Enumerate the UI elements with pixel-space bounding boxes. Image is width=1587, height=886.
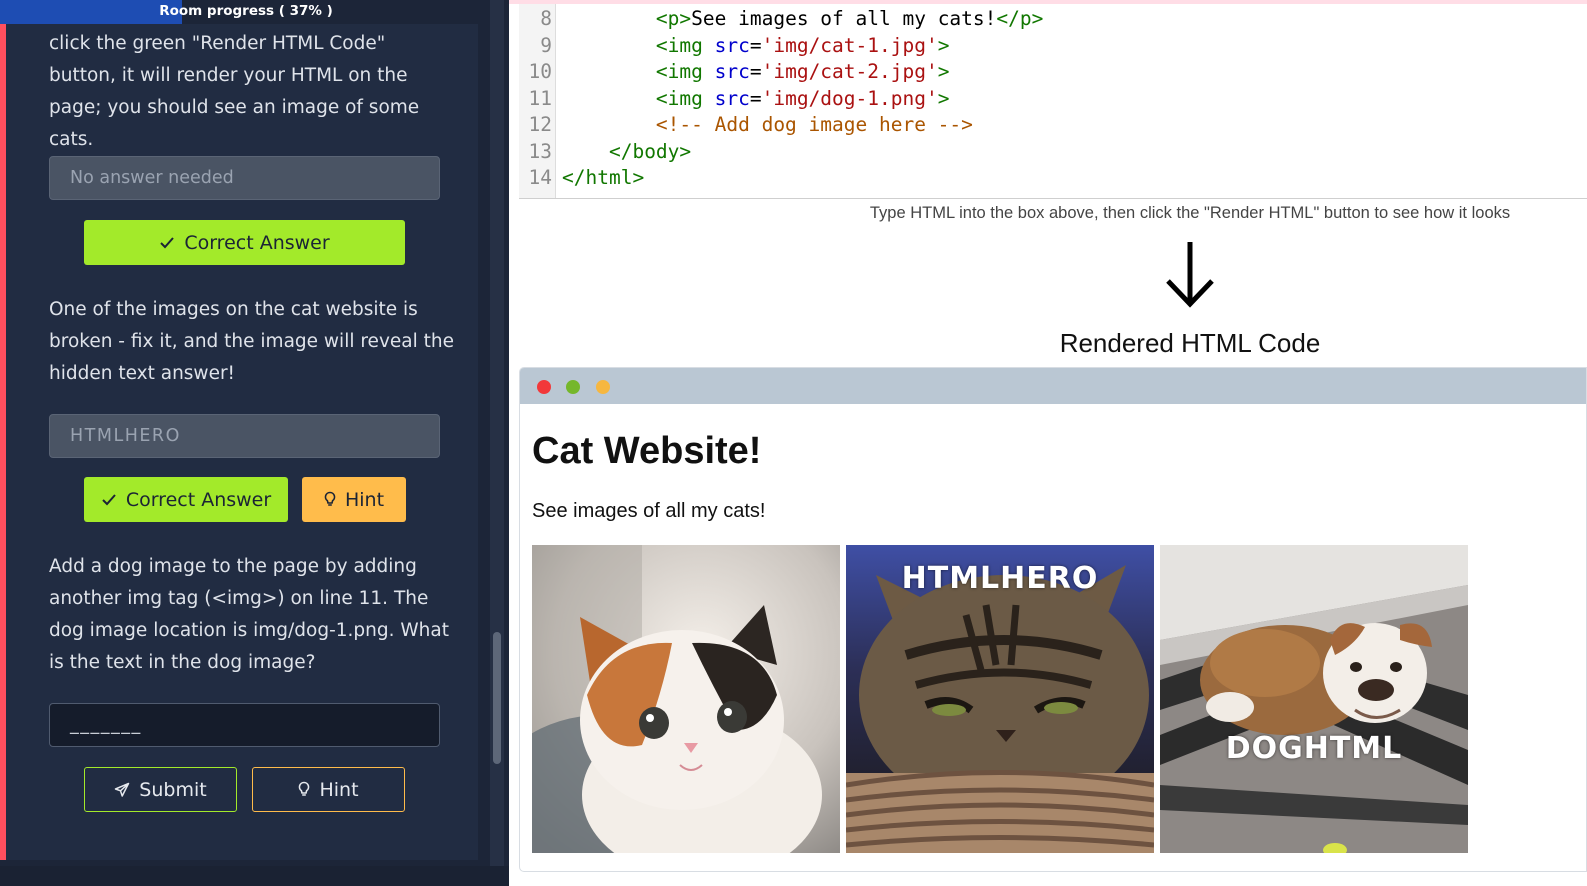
- line-number: 8: [540, 7, 552, 30]
- code-text: <!-- Add dog image here -->: [562, 112, 973, 139]
- code-text: <p>See images of all my cats!</p>: [562, 6, 1043, 33]
- task-card: If you enter some HTML into the box and …: [0, 0, 478, 860]
- code-token: <img: [655, 86, 715, 110]
- hint-button-2[interactable]: Hint: [302, 477, 406, 522]
- hint-button-3[interactable]: Hint: [252, 767, 405, 812]
- window-maximize-dot: [566, 380, 580, 394]
- line-number: 9: [540, 33, 552, 57]
- code-token: >: [937, 86, 950, 110]
- code-line[interactable]: 13 </body>: [519, 139, 1587, 166]
- tabby-cat-image: HTMLHERO: [846, 545, 1154, 853]
- rendered-page-heading: Cat Website!: [532, 430, 762, 472]
- arrow-down-icon: [1166, 242, 1214, 308]
- correct-answer-button-1[interactable]: Correct Answer: [84, 220, 405, 265]
- answer-field-1-placeholder: No answer needed: [70, 168, 234, 188]
- answer-input-3[interactable]: _______: [49, 703, 440, 747]
- code-token: <p>: [655, 7, 692, 30]
- question-text-3: Add a dog image to the page by adding an…: [49, 556, 449, 673]
- hint-label-2: Hint: [344, 488, 385, 511]
- line-number: 12: [528, 113, 552, 136]
- answer-field-2-value: HTMLHERO: [70, 426, 181, 446]
- code-token: </html>: [562, 166, 645, 189]
- send-icon: [115, 782, 130, 797]
- code-token: src: [714, 86, 750, 110]
- code-token: src: [714, 33, 750, 57]
- hint-label-3: Hint: [319, 778, 359, 801]
- correct-answer-label-2: Correct Answer: [125, 488, 272, 511]
- code-token: =: [749, 33, 762, 57]
- bulldog-image-text: DOGHTML: [1225, 731, 1403, 766]
- line-number: 10: [528, 60, 552, 83]
- line-number: 14: [528, 166, 552, 189]
- kitten-image: [532, 545, 840, 853]
- code-token: 'img/cat-2.jpg': [761, 60, 938, 83]
- code-token: 'img/cat-1.jpg': [761, 33, 938, 57]
- code-token: <img: [655, 60, 715, 83]
- window-minimize-dot: [596, 380, 610, 394]
- code-token: <!-- Add dog image here -->: [655, 113, 973, 136]
- code-line[interactable]: 8 <p>See images of all my cats!</p>: [519, 6, 1587, 33]
- rendered-page-paragraph: See images of all my cats!: [532, 500, 766, 522]
- code-line[interactable]: 10 <img src='img/cat-2.jpg'>: [519, 59, 1587, 86]
- code-editor[interactable]: 8 <p>See images of all my cats!</p> 9 <im…: [519, 4, 1587, 199]
- code-token: </p>: [996, 7, 1044, 30]
- code-token: >: [937, 60, 950, 83]
- line-number: 11: [528, 86, 552, 110]
- code-token: <img: [655, 33, 715, 57]
- code-token: 'img/dog-1.png': [761, 86, 938, 110]
- code-line[interactable]: 14 </html>: [519, 165, 1587, 192]
- room-progress-bar: Room progress ( 37% ): [0, 0, 492, 24]
- code-token: src: [714, 60, 750, 83]
- code-line[interactable]: 9 <img src='img/cat-1.jpg'>: [519, 33, 1587, 60]
- bulldog-image: DOGHTML: [1160, 545, 1468, 853]
- code-line[interactable]: 11 <img src='img/dog-1.png'>: [519, 86, 1587, 113]
- submit-button[interactable]: Submit: [84, 767, 237, 812]
- answer-field-1: No answer needed: [49, 156, 440, 200]
- lightbulb-icon: [299, 781, 310, 796]
- code-token: >: [937, 33, 950, 57]
- code-text: <img src='img/cat-1.jpg'>: [562, 33, 950, 60]
- task-panel: If you enter some HTML into the box and …: [0, 0, 509, 886]
- code-token: =: [749, 60, 762, 83]
- code-token: </body>: [608, 139, 692, 163]
- answer-input-3-value: _______: [70, 715, 142, 735]
- code-line[interactable]: 12 <!-- Add dog image here -->: [519, 112, 1587, 139]
- code-text: </body>: [562, 139, 691, 166]
- window-close-dot: [537, 380, 551, 394]
- code-text: <img src='img/cat-2.jpg'>: [562, 59, 950, 86]
- task-scrollbar-thumb[interactable]: [493, 632, 501, 764]
- rendered-html-title: Rendered HTML Code: [1059, 328, 1321, 358]
- correct-answer-button-2[interactable]: Correct Answer: [84, 477, 288, 522]
- line-number: 13: [528, 139, 552, 163]
- panel-bottom-edge: [0, 866, 509, 886]
- code-token: See images of all my cats!: [691, 7, 997, 30]
- check-icon: [102, 493, 116, 505]
- code-text: <img src='img/dog-1.png'>: [562, 86, 950, 113]
- tabby-image-text: HTMLHERO: [901, 561, 1099, 596]
- submit-label: Submit: [139, 778, 207, 801]
- instructions-text: Type HTML into the box above, then click…: [869, 204, 1511, 222]
- rendered-browser-window: Cat Website! See images of all my cats!: [519, 367, 1587, 872]
- lightbulb-icon: [324, 491, 336, 506]
- answer-field-2: HTMLHERO: [49, 414, 440, 458]
- code-token: =: [749, 86, 762, 110]
- question-text-2: One of the images on the cat website is …: [49, 299, 454, 384]
- room-progress-label: Room progress ( 37% ): [159, 3, 333, 19]
- check-icon: [160, 236, 175, 248]
- browser-title-bar: [520, 368, 1586, 404]
- code-text: </html>: [562, 165, 644, 192]
- correct-answer-label-1: Correct Answer: [184, 231, 330, 254]
